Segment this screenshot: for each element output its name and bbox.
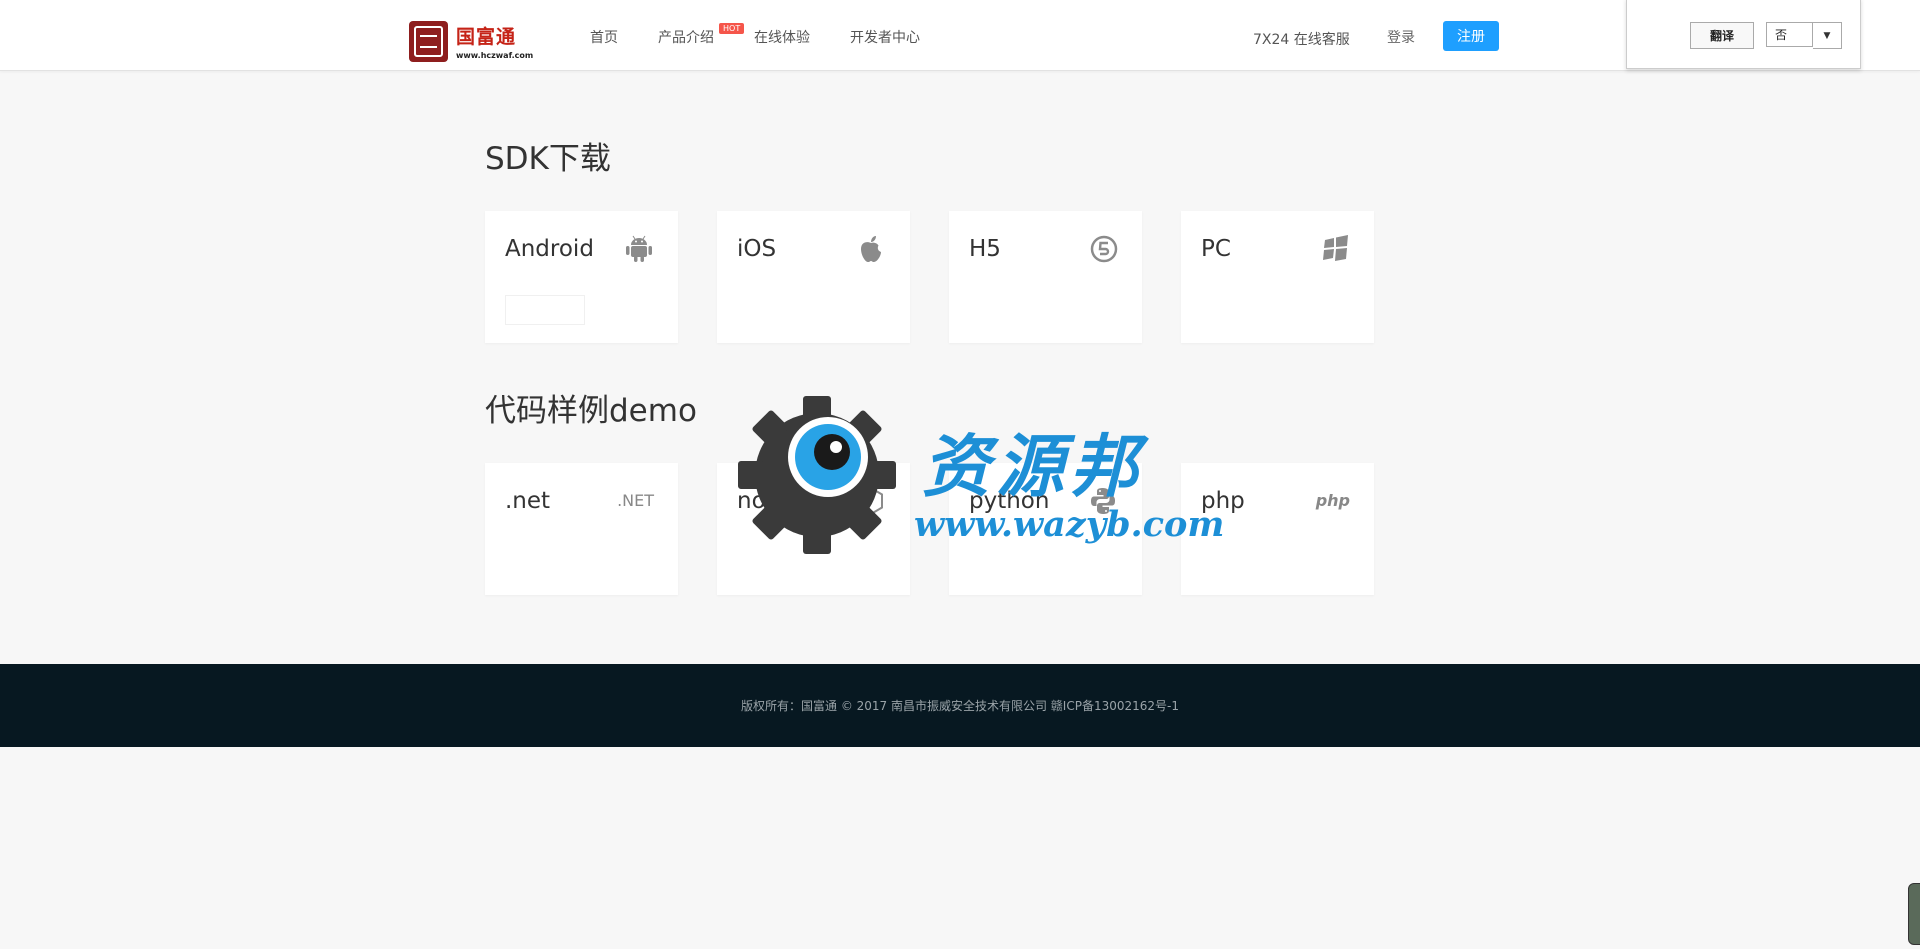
logo-url: www.hczwaf.com — [456, 51, 534, 60]
logo-mark-icon — [409, 21, 448, 62]
nav-home[interactable]: 首页 — [590, 27, 618, 47]
windows-icon — [1322, 235, 1350, 263]
html5-icon — [1090, 235, 1118, 263]
apple-icon — [858, 235, 886, 263]
page-footer: 版权所有：国富通 © 2017 南昌市振威安全技术有限公司 赣ICP备13002… — [0, 664, 1920, 747]
online-service-link[interactable]: 7X24 在线客服 — [1253, 29, 1350, 49]
card-label: PC — [1201, 236, 1231, 262]
android-icon — [626, 235, 654, 263]
watermark-url: www.wazyb.com — [914, 504, 1225, 545]
sdk-card-pc[interactable]: PC — [1181, 211, 1374, 343]
demo-section-title: 代码样例demo — [485, 393, 697, 429]
logo-name: 国富通 — [456, 26, 517, 48]
copyright-text: 版权所有：国富通 © 2017 南昌市振威安全技术有限公司 赣ICP备13002… — [741, 699, 1179, 713]
card-label: iOS — [737, 236, 777, 262]
login-link[interactable]: 登录 — [1387, 27, 1415, 47]
watermark-title: 资源邦 — [922, 427, 1145, 507]
nav-developer-center[interactable]: 开发者中心 — [850, 27, 920, 47]
side-scroll-widget[interactable] — [1908, 883, 1920, 945]
qr-placeholder — [505, 295, 585, 325]
translate-language-select[interactable]: 否 — [1766, 22, 1813, 47]
php-icon: php — [1315, 491, 1350, 510]
translate-panel: 翻译 否 ▼ — [1626, 0, 1861, 69]
nav-online-trial[interactable]: 在线体验 — [754, 27, 810, 47]
card-label: .net — [505, 488, 551, 514]
brand-logo[interactable]: 国富通 www.hczwaf.com — [409, 21, 533, 65]
card-label: Android — [505, 236, 594, 262]
sdk-card-ios[interactable]: iOS — [717, 211, 910, 343]
card-label: H5 — [969, 236, 1001, 262]
sdk-card-android[interactable]: Android — [485, 211, 678, 343]
register-button[interactable]: 注册 — [1443, 21, 1499, 51]
hot-badge: HOT — [719, 23, 745, 34]
translate-button[interactable]: 翻译 — [1690, 22, 1754, 49]
chevron-down-icon[interactable]: ▼ — [1813, 22, 1842, 49]
sdk-card-h5[interactable]: H5 — [949, 211, 1142, 343]
nav-products[interactable]: 产品介绍 — [658, 27, 714, 47]
dotnet-icon: .NET — [617, 491, 654, 510]
watermark-gear-icon — [736, 394, 898, 556]
demo-card-dotnet[interactable]: .net .NET — [485, 463, 678, 595]
sdk-section-title: SDK下载 — [485, 141, 611, 177]
